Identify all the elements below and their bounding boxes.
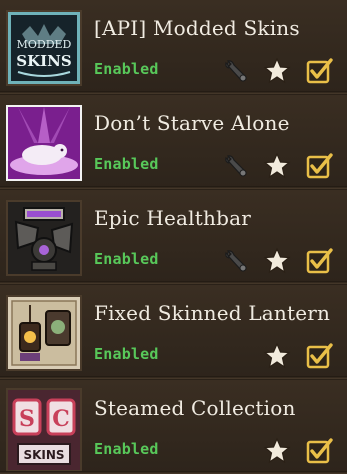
enabled-checkbox[interactable] [305, 151, 335, 181]
wrench-icon [225, 60, 247, 82]
enabled-checkbox[interactable] [305, 341, 335, 371]
mod-status: Enabled [94, 250, 159, 268]
enabled-checkbox[interactable] [305, 56, 335, 86]
mod-thumbnail [6, 105, 82, 181]
checkbox-checked-icon [306, 343, 333, 369]
star-icon [263, 247, 291, 274]
favorite-button[interactable] [262, 151, 292, 181]
mod-title: Fixed Skinned Lantern ... [94, 301, 334, 325]
mod-list: MODDED SKINS [API] Modded Skins Enabled [0, 0, 347, 474]
mod-row[interactable]: Fixed Skinned Lantern ... Enabled [0, 285, 347, 379]
svg-text:S: S [19, 406, 35, 432]
configure-button[interactable] [222, 151, 252, 181]
svg-text:MODDED: MODDED [17, 38, 72, 51]
mod-status: Enabled [94, 440, 159, 458]
wrench-icon [225, 250, 247, 272]
svg-text:SKINS: SKINS [16, 52, 71, 70]
modded-skins-logo-icon: MODDED SKINS [8, 12, 80, 84]
favorite-button[interactable] [262, 246, 292, 276]
favorite-button[interactable] [262, 436, 292, 466]
mod-status: Enabled [94, 345, 159, 363]
mod-status: Enabled [94, 155, 159, 173]
checkbox-checked-icon [306, 438, 333, 464]
mod-row[interactable]: S C SKINS Steamed Collection Enabled [0, 380, 347, 474]
mod-title: Epic Healthbar [94, 206, 251, 230]
star-icon [263, 437, 291, 464]
mod-row[interactable]: Don’t Starve Alone Enabled [0, 95, 347, 189]
favorite-button[interactable] [262, 341, 292, 371]
enabled-checkbox[interactable] [305, 246, 335, 276]
checkbox-checked-icon [306, 153, 333, 179]
mod-row[interactable]: Epic Healthbar Enabled [0, 190, 347, 284]
checkbox-checked-icon [306, 58, 333, 84]
star-icon [263, 57, 291, 84]
pink-beast-thumbnail-icon [8, 107, 80, 179]
configure-button[interactable] [222, 56, 252, 86]
mod-title: Steamed Collection [94, 396, 296, 420]
mod-thumbnail: MODDED SKINS [6, 10, 82, 86]
wrench-icon [225, 155, 247, 177]
mod-thumbnail: S C SKINS [6, 388, 82, 472]
enabled-checkbox[interactable] [305, 436, 335, 466]
configure-button[interactable] [222, 246, 252, 276]
mod-status: Enabled [94, 60, 159, 78]
mod-title: [API] Modded Skins [94, 16, 300, 40]
svg-text:SKINS: SKINS [23, 448, 64, 462]
star-icon [263, 342, 291, 369]
checkbox-checked-icon [306, 248, 333, 274]
mod-title: Don’t Starve Alone [94, 111, 290, 135]
healthbar-robot-thumbnail-icon [8, 202, 80, 274]
star-icon [263, 152, 291, 179]
mod-row[interactable]: MODDED SKINS [API] Modded Skins Enabled [0, 0, 347, 94]
lantern-thumbnail-icon [8, 297, 80, 369]
svg-text:C: C [52, 406, 70, 432]
sc-skins-thumbnail-icon: S C SKINS [8, 390, 80, 470]
mod-thumbnail [6, 295, 82, 371]
mod-thumbnail [6, 200, 82, 276]
favorite-button[interactable] [262, 56, 292, 86]
